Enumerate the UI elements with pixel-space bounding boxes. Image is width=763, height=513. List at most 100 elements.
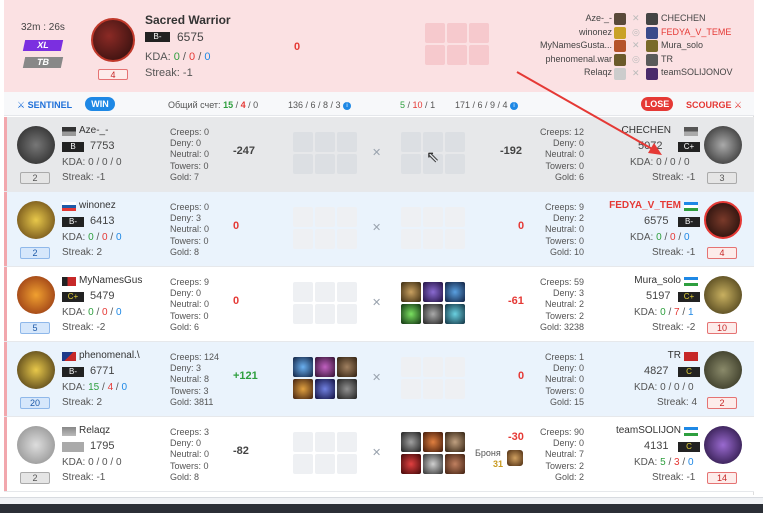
flag-icon <box>62 202 76 211</box>
item-icon[interactable] <box>445 454 465 474</box>
item-slot <box>293 282 313 302</box>
player-name[interactable]: CHECHEN <box>616 125 671 136</box>
item-icon[interactable] <box>445 282 465 302</box>
info-icon[interactable]: i <box>510 101 519 110</box>
deny: Deny: 3 <box>170 213 202 224</box>
medal-badge: B- <box>62 217 84 227</box>
hero-avatar[interactable] <box>704 276 742 314</box>
item-icon[interactable] <box>401 282 421 302</box>
item-icon[interactable] <box>293 379 313 399</box>
hero-avatar[interactable] <box>704 126 742 164</box>
kda-kills: 0 <box>660 307 666 318</box>
item-icon[interactable] <box>423 304 443 324</box>
roster-player[interactable]: Relaqz <box>504 66 612 80</box>
item-icon[interactable] <box>445 432 465 452</box>
player-name[interactable]: FEDYA_V_TEM <box>609 200 681 211</box>
item-icon[interactable] <box>445 304 465 324</box>
roster-player[interactable]: CHECHEN <box>661 12 751 26</box>
player-row: 2 Aze-_- B 7753 KDA: 0 / 0 / 0 Streak: -… <box>4 117 754 192</box>
hero-avatar[interactable] <box>17 426 55 464</box>
neutral: Neutral: 0 <box>170 149 210 160</box>
medal-badge: C+ <box>678 142 700 152</box>
player-name[interactable]: winonez <box>79 200 159 211</box>
player-name[interactable]: TR <box>644 350 681 361</box>
flag-icon <box>62 277 76 286</box>
hero-avatar[interactable] <box>17 126 55 164</box>
sentinel-stats-text: 136 / 6 / 8 / 3 <box>288 100 341 110</box>
roster-player[interactable]: TR <box>661 53 751 67</box>
player-name[interactable]: phenomenal.\ <box>79 350 149 361</box>
player-name[interactable]: MyNamesGus <box>79 275 159 286</box>
roster-player[interactable]: Aze-_- <box>504 12 612 26</box>
kda-deaths: 0 <box>670 157 676 168</box>
item-icon[interactable] <box>337 379 357 399</box>
rank-badge: 2 <box>20 172 50 184</box>
item-icon[interactable] <box>423 432 443 452</box>
roster-player[interactable]: Mura_solo <box>661 39 751 53</box>
item-icon[interactable] <box>315 357 335 377</box>
kda-assists: 0 <box>687 382 694 393</box>
player-name[interactable]: teamSOLIJON <box>609 425 681 436</box>
towers: Towers: 0 <box>545 160 584 171</box>
item-slot <box>469 45 489 65</box>
hero-avatar[interactable] <box>17 201 55 239</box>
main-score-diff: 0 <box>294 41 301 53</box>
hero-avatar[interactable] <box>704 201 742 239</box>
item-icon[interactable] <box>401 454 421 474</box>
item-slot <box>315 454 335 474</box>
hero-avatar[interactable] <box>17 351 55 389</box>
player-stats: Creeps: 1 Deny: 0 Neutral: 0 Towers: 0 Gold:… <box>524 352 584 408</box>
kda-kills: 0 <box>88 232 94 243</box>
rank-badge: 5 <box>20 322 50 334</box>
player-stats: Creeps: 0 Deny: 3 Neutral: 0 Towers: 0 Gold:… <box>170 202 209 258</box>
item-slot <box>293 207 313 227</box>
player-name[interactable]: Aze-_- <box>79 125 159 136</box>
item-icon[interactable] <box>423 282 443 302</box>
item-icon[interactable] <box>401 432 421 452</box>
swords-icon: ✕ <box>632 68 640 78</box>
deny: Deny: 0 <box>170 138 202 149</box>
deny: Deny: 3 <box>170 363 202 374</box>
roster-player[interactable]: FEDYA_V_TEME <box>661 26 751 40</box>
hero-avatar[interactable] <box>17 276 55 314</box>
hero-avatar[interactable] <box>704 426 742 464</box>
kda-deaths: 0 <box>102 232 108 243</box>
item-grid <box>401 357 465 399</box>
item-icon[interactable] <box>423 454 443 474</box>
item-slot <box>293 432 313 452</box>
main-player-name[interactable]: Sacred Warrior <box>145 13 231 27</box>
item-icon[interactable] <box>401 304 421 324</box>
towers: Towers: 0 <box>545 385 584 396</box>
main-hero-avatar[interactable] <box>91 18 135 62</box>
item-icon[interactable] <box>337 357 357 377</box>
item-icon[interactable] <box>315 379 335 399</box>
roster-player[interactable]: MyNamesGusta... <box>504 39 612 53</box>
roster-player[interactable]: teamSOLIJONOV <box>661 66 751 80</box>
roster-player[interactable]: phenomenal.war <box>504 53 612 67</box>
gold: Gold: 7 <box>170 171 200 182</box>
xl-badge: XL <box>22 40 64 51</box>
kda-assists: 0 <box>115 457 122 468</box>
row-accent <box>4 117 7 191</box>
globe-icon: ◎ <box>632 27 640 37</box>
item-icon[interactable] <box>293 357 313 377</box>
player-mmr: 4131 <box>644 440 669 452</box>
main-medal-badge: B- <box>145 32 170 42</box>
player-streak: Streak: -2 <box>62 322 106 333</box>
kda-deaths: 0 <box>102 157 108 168</box>
info-icon[interactable]: i <box>343 101 352 110</box>
score-kills: 15 <box>223 100 234 110</box>
roster-player[interactable]: winonez <box>504 26 612 40</box>
item-slot <box>337 132 357 152</box>
gold: Gold: 10 <box>549 246 584 257</box>
flag-icon <box>684 127 698 136</box>
creeps: Creeps: 90 <box>539 427 584 437</box>
row-accent <box>4 342 7 416</box>
player-name[interactable]: Relaqz <box>79 425 159 436</box>
item-slot <box>447 45 467 65</box>
player-name[interactable]: Mura_solo <box>616 275 681 286</box>
item-slot <box>293 304 313 324</box>
gold-diff: 0 <box>233 220 240 232</box>
item-grid <box>401 432 465 474</box>
hero-avatar[interactable] <box>704 351 742 389</box>
